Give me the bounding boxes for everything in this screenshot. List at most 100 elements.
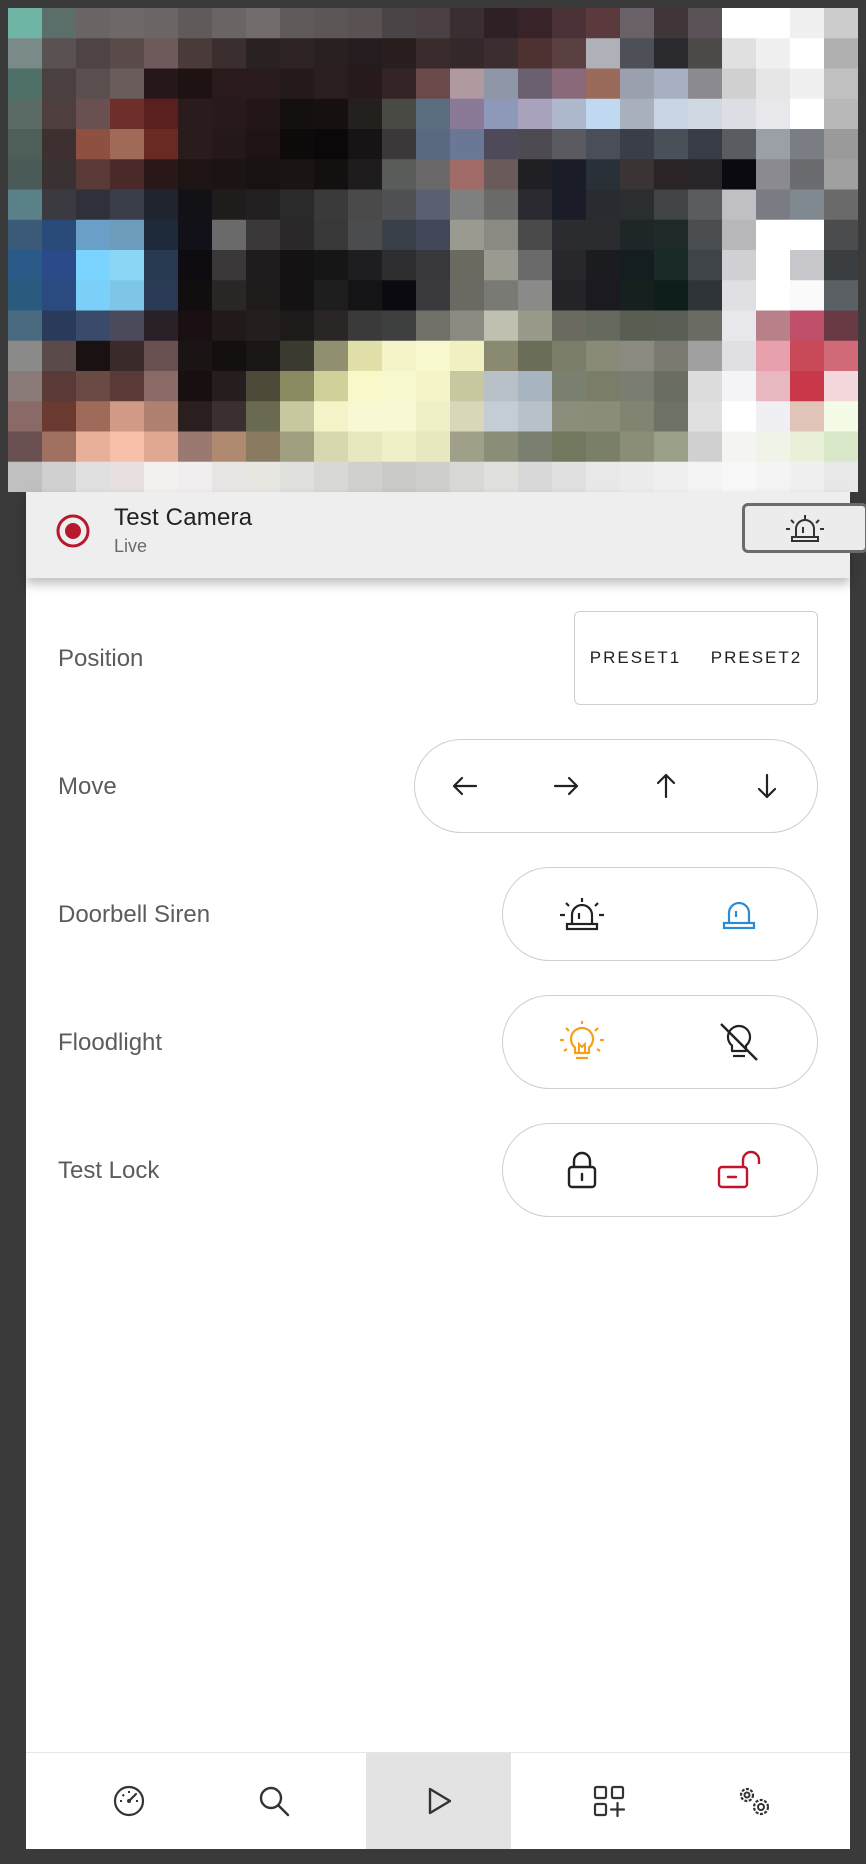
feed-pixel <box>382 219 417 251</box>
feed-pixel <box>552 219 587 251</box>
feed-pixel <box>790 129 825 160</box>
feed-pixel <box>586 340 621 372</box>
feed-pixel <box>552 310 587 342</box>
feed-pixel <box>620 98 655 130</box>
feed-pixel <box>144 310 179 342</box>
nav-dashboard[interactable] <box>56 1753 201 1849</box>
siren-off-button[interactable] <box>707 882 771 946</box>
position-row: Position PRESET1 PRESET2 <box>26 611 850 707</box>
nav-widgets[interactable] <box>536 1753 681 1849</box>
feed-pixel <box>76 280 111 312</box>
feed-pixel <box>484 431 519 463</box>
lock-group <box>502 1123 818 1217</box>
feed-pixel <box>722 219 757 251</box>
feed-pixel <box>8 38 43 70</box>
feed-pixel <box>824 98 858 130</box>
feed-pixel <box>280 189 315 221</box>
feed-pixel <box>790 8 825 39</box>
feed-pixel <box>790 280 825 312</box>
feed-pixel <box>824 371 858 402</box>
move-down-button[interactable] <box>735 754 799 818</box>
feed-pixel <box>484 310 519 342</box>
feed-pixel <box>620 68 655 100</box>
feed-pixel <box>790 340 825 372</box>
nav-search[interactable] <box>201 1753 346 1849</box>
feed-pixel <box>76 98 111 130</box>
feed-pixel <box>722 98 757 130</box>
feed-pixel <box>620 8 655 39</box>
feed-pixel <box>314 129 349 160</box>
feed-pixel <box>348 401 383 433</box>
feed-pixel <box>688 38 723 70</box>
siren-on-icon <box>559 898 604 931</box>
feed-pixel <box>110 280 145 312</box>
feed-pixel <box>212 98 247 130</box>
siren-on-button[interactable] <box>550 882 614 946</box>
feed-pixel <box>246 340 281 372</box>
feed-pixel <box>722 159 757 191</box>
feed-pixel <box>110 129 145 160</box>
feed-pixel <box>824 250 858 281</box>
feed-pixel <box>586 401 621 433</box>
feed-pixel <box>110 401 145 433</box>
feed-pixel <box>76 310 111 342</box>
feed-pixel <box>8 159 43 191</box>
feed-pixel <box>382 340 417 372</box>
feed-pixel <box>790 431 825 463</box>
feed-pixel <box>756 401 791 433</box>
preset1-button[interactable]: PRESET1 <box>584 640 687 676</box>
feed-pixel <box>824 340 858 372</box>
feed-pixel <box>212 38 247 70</box>
feed-pixel <box>42 431 77 463</box>
feed-pixel <box>688 68 723 100</box>
preset2-button[interactable]: PRESET2 <box>705 640 808 676</box>
lock-button[interactable] <box>550 1138 614 1202</box>
feed-pixel <box>518 68 553 100</box>
feed-pixel <box>416 98 451 130</box>
feed-pixel <box>484 98 519 130</box>
camera-live-feed[interactable] <box>8 8 858 492</box>
feed-pixel <box>552 280 587 312</box>
nav-live-view[interactable] <box>366 1753 511 1849</box>
camera-feed-image <box>8 8 858 492</box>
feed-pixel <box>8 219 43 251</box>
feed-pixel <box>348 98 383 130</box>
nav-settings[interactable] <box>681 1753 826 1849</box>
feed-pixel <box>314 371 349 402</box>
feed-pixel <box>654 8 689 39</box>
feed-pixel <box>654 98 689 130</box>
move-left-button[interactable] <box>433 754 497 818</box>
feed-pixel <box>484 189 519 221</box>
feed-pixel <box>416 340 451 372</box>
floodlight-off-button[interactable] <box>707 1010 771 1074</box>
move-up-button[interactable] <box>634 754 698 818</box>
feed-pixel <box>314 38 349 70</box>
floodlight-label: Floodlight <box>58 1029 163 1056</box>
move-right-button[interactable] <box>534 754 598 818</box>
feed-pixel <box>42 98 77 130</box>
floodlight-on-button[interactable] <box>550 1010 614 1074</box>
preset-group: PRESET1 PRESET2 <box>574 611 818 705</box>
header-siren-button[interactable] <box>742 503 866 553</box>
feed-pixel <box>824 68 858 100</box>
feed-pixel <box>756 371 791 402</box>
feed-pixel <box>824 280 858 312</box>
arrow-right-icon <box>553 776 578 796</box>
feed-pixel <box>144 219 179 251</box>
feed-pixel <box>416 219 451 251</box>
feed-pixel <box>518 129 553 160</box>
feed-pixel <box>348 310 383 342</box>
feed-pixel <box>416 129 451 160</box>
feed-pixel <box>76 8 111 39</box>
feed-pixel <box>586 68 621 100</box>
move-label: Move <box>58 773 117 800</box>
feed-pixel <box>722 68 757 100</box>
feed-pixel <box>314 68 349 100</box>
unlock-button[interactable] <box>707 1138 771 1202</box>
feed-pixel <box>280 38 315 70</box>
feed-pixel <box>212 401 247 433</box>
feed-pixel <box>110 8 145 39</box>
feed-pixel <box>246 189 281 221</box>
feed-pixel <box>450 129 485 160</box>
feed-pixel <box>756 250 791 281</box>
